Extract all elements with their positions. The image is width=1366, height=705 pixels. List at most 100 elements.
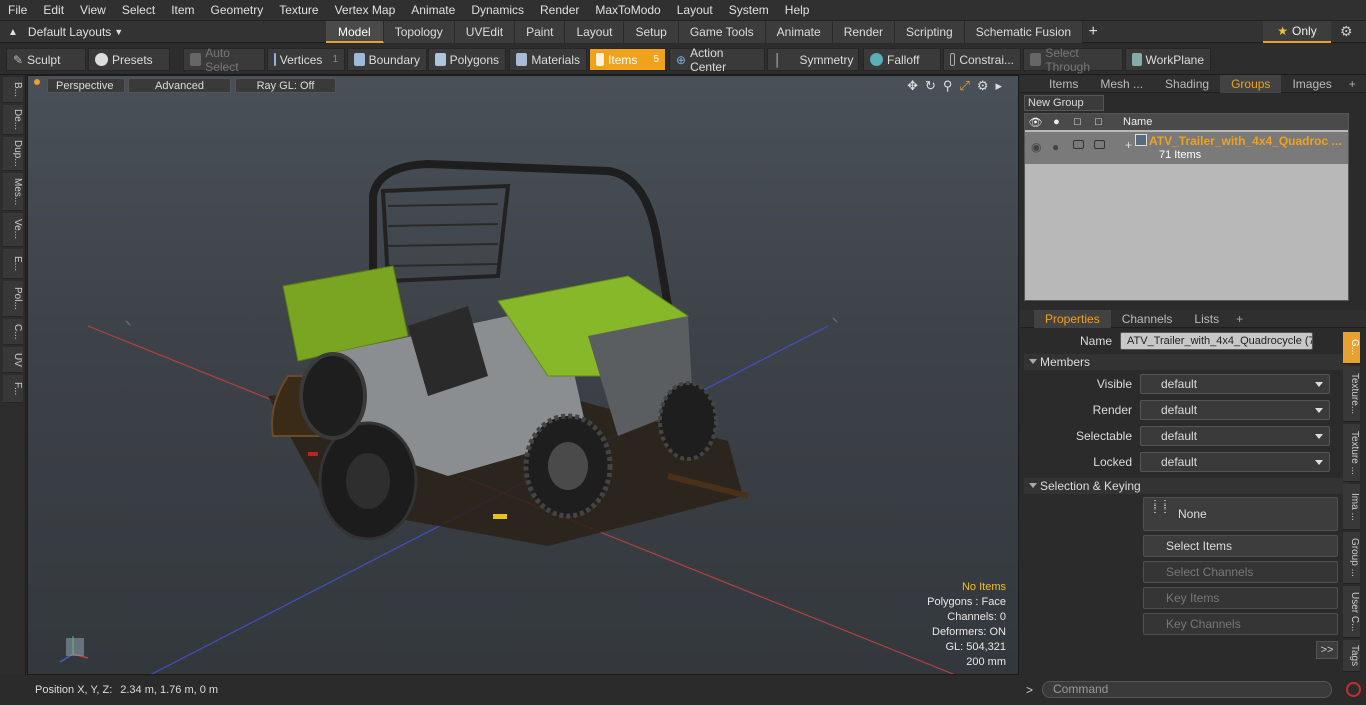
expand-icon[interactable]: + [1125,138,1132,152]
tab-animate[interactable]: Animate [765,21,833,43]
viewport-gear-icon[interactable]: ⚙ [977,78,989,94]
materials-button[interactable]: Materials [509,48,587,71]
selectable-dropdown[interactable]: default [1140,426,1330,446]
more-button[interactable]: >> [1316,641,1338,659]
move-view-icon[interactable]: ✥ [907,78,918,94]
left-tab-vertex[interactable]: Ve... [3,213,23,247]
symmetry-button[interactable]: │ Symmetry [767,48,859,71]
tab-shading[interactable]: Shading [1154,75,1220,93]
menu-animate[interactable]: Animate [403,0,463,21]
group-row[interactable]: ◉ ● + ATV_Trailer_with_4x4_Quadroc ... 7… [1025,132,1348,164]
side-tab-image[interactable]: Ima ... [1343,484,1360,530]
add-tab-icon[interactable]: + [1343,77,1362,91]
locked-dropdown[interactable]: default [1140,452,1330,472]
polygons-button[interactable]: Polygons [428,48,506,71]
side-tab-group[interactable]: G... [1343,332,1360,364]
left-tab-polygon[interactable]: Pol... [3,281,23,317]
render-dropdown[interactable]: default [1140,400,1330,420]
menu-render[interactable]: Render [532,0,587,21]
presets-button[interactable]: Presets [88,48,170,71]
left-tab-mesh-edit[interactable]: Mes... [3,173,23,211]
menu-edit[interactable]: Edit [35,0,72,21]
only-toggle[interactable]: ★ Only [1263,21,1331,43]
falloff-button[interactable]: Falloff [863,48,941,71]
left-tab-basic[interactable]: B... [3,77,23,103]
sculpt-button[interactable]: ✎ Sculpt [6,48,86,71]
command-input[interactable]: Command [1042,681,1332,698]
tab-render[interactable]: Render [832,21,896,43]
advanced-dropdown[interactable]: Advanced [128,78,231,93]
left-tab-edge[interactable]: E... [3,249,23,279]
visible-dropdown[interactable]: default [1140,374,1330,394]
menu-system[interactable]: System [721,0,777,21]
left-tab-fusion[interactable]: F... [3,375,23,403]
viewport-menu-dot[interactable] [34,79,40,85]
menu-item[interactable]: Item [163,0,202,21]
raygl-dropdown[interactable]: Ray GL: Off [235,78,336,93]
menu-select[interactable]: Select [114,0,163,21]
side-tab-tags[interactable]: Tags [1343,640,1360,672]
tab-schematic-fusion[interactable]: Schematic Fusion [964,21,1084,43]
vertices-button[interactable]: Vertices 1 [267,48,345,71]
selection-keying-section[interactable]: Selection & Keying [1024,478,1349,494]
tab-lists[interactable]: Lists [1183,310,1230,328]
layouts-dropdown[interactable]: ▲ Default Layouts ▼ [0,21,140,43]
tab-uvedit[interactable]: UVEdit [454,21,516,43]
auto-select-button[interactable]: Auto Select [183,46,265,74]
eye-icon[interactable]: 👁 [1025,116,1046,129]
render-col-icon[interactable]: ● [1046,116,1067,128]
render-toggle-icon[interactable]: ● [1052,140,1059,154]
menu-geometry[interactable]: Geometry [203,0,272,21]
constraints-button[interactable]: Constrai... [943,48,1021,71]
side-tab-texture-2[interactable]: Texture ... [1343,424,1360,482]
lock-col-icon[interactable]: □ [1088,116,1109,128]
menu-dynamics[interactable]: Dynamics [463,0,532,21]
rotate-view-icon[interactable]: ↻ [925,78,936,94]
left-tab-deform[interactable]: De... [3,105,23,135]
tab-mesh[interactable]: Mesh ... [1089,75,1154,93]
none-button[interactable]: ⋮⋮ ⋮⋮ None [1143,497,1338,531]
add-prop-tab-icon[interactable]: + [1230,312,1249,326]
tab-groups[interactable]: Groups [1220,74,1282,93]
workplane-button[interactable]: WorkPlane [1125,48,1211,71]
record-icon[interactable] [1346,682,1361,697]
tab-channels[interactable]: Channels [1111,310,1184,328]
select-toggle-icon[interactable] [1073,140,1084,149]
tab-game-tools[interactable]: Game Tools [678,21,766,43]
new-group-button[interactable]: New Group [1024,95,1104,111]
key-items-button[interactable]: Key Items [1143,587,1338,609]
side-tab-user-channels[interactable]: User C... [1343,586,1360,638]
select-col-icon[interactable]: □ [1067,116,1088,128]
tab-images[interactable]: Images [1281,75,1342,93]
select-through-button[interactable]: Select Through [1023,46,1123,74]
side-tab-group-2[interactable]: Group ... [1343,532,1360,584]
items-button[interactable]: Items 5 [589,48,666,71]
name-field[interactable]: ATV_Trailer_with_4x4_Quadrocycle (7 [1120,332,1313,350]
tab-items[interactable]: Items [1038,75,1089,93]
left-tab-curve[interactable]: C... [3,319,23,345]
tab-model[interactable]: Model [326,21,384,43]
tab-topology[interactable]: Topology [383,21,455,43]
visibility-toggle-icon[interactable]: ◉ [1031,140,1041,154]
members-section[interactable]: Members [1024,354,1349,370]
lock-toggle-icon[interactable] [1094,140,1105,149]
perspective-dropdown[interactable]: Perspective [47,78,125,93]
tab-paint[interactable]: Paint [515,21,566,43]
gear-icon[interactable]: ⚙ [1340,23,1353,40]
menu-texture[interactable]: Texture [271,0,326,21]
key-channels-button[interactable]: Key Channels [1143,613,1338,635]
menu-help[interactable]: Help [777,0,818,21]
viewport-expand-icon[interactable]: ▸ [995,78,1002,94]
boundary-button[interactable]: Boundary [347,48,427,71]
side-tab-texture-1[interactable]: Texture... [1343,366,1360,422]
add-tab-button[interactable]: + [1083,21,1103,43]
zoom-view-icon[interactable]: ⚲ [943,78,953,94]
select-channels-button[interactable]: Select Channels [1143,561,1338,583]
tab-properties[interactable]: Properties [1034,309,1111,328]
menu-view[interactable]: View [72,0,114,21]
menu-file[interactable]: File [0,0,35,21]
left-tab-duplicate[interactable]: Dup... [3,137,23,171]
tab-setup[interactable]: Setup [624,21,679,43]
menu-vertex-map[interactable]: Vertex Map [327,0,404,21]
tab-layout[interactable]: Layout [565,21,625,43]
